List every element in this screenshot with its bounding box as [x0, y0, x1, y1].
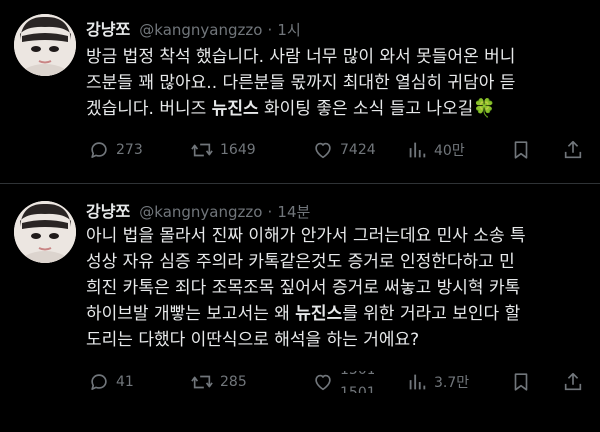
reply-button[interactable]: 273: [88, 139, 143, 161]
tweet-line: 아니 법을 몰라서 진짜 이해가 안가서 그러는데요 민사 소송 특: [86, 223, 586, 249]
bookmark-button[interactable]: [510, 139, 532, 161]
like-count-rolling: 1501 1501: [340, 371, 374, 393]
views-button[interactable]: 3.7만: [406, 371, 469, 393]
views-button[interactable]: 40만: [406, 139, 465, 161]
like-button[interactable]: 7424: [312, 139, 376, 161]
tweet[interactable]: 강냥쪼 @kangnyangzzo · 14분 아니 법을 몰라서 진짜 이해가…: [0, 183, 600, 432]
reply-icon: [88, 371, 110, 393]
like-button[interactable]: 1501 1501: [312, 371, 374, 393]
text-run: 희진 카톡은 죄다 조목조목 짚어서 증거로 써놓고 방시혁 카톡: [86, 278, 521, 298]
like-count-old: 1501: [340, 371, 374, 377]
separator-dot: ·: [267, 21, 273, 39]
timestamp[interactable]: 14분: [277, 203, 310, 221]
retweet-icon: [190, 371, 214, 393]
views-icon: [406, 371, 428, 393]
text-run: 하이브발 개빻는 보고서는 왜: [86, 304, 296, 324]
text-run: 를 위한 거라고 보인다 할: [342, 304, 521, 324]
avatar[interactable]: [14, 14, 76, 76]
tweet-line: 성상 자유 심증 주의라 카톡같은것도 증거로 인정한다하고 민: [86, 249, 586, 275]
text-run: 즈분들 꽤 많아요.. 다른분들 몫까지 최대한 열심히 귀담아 듣: [86, 73, 516, 93]
hashtag-newjeans[interactable]: 뉴진스: [295, 304, 342, 324]
retweet-count: 285: [220, 374, 247, 390]
avatar[interactable]: [14, 201, 76, 263]
display-name[interactable]: 강냥쪼: [86, 20, 130, 39]
tweet-line: 희진 카톡은 죄다 조목조목 짚어서 증거로 써놓고 방시혁 카톡: [86, 275, 586, 301]
tweet-body: 방금 법정 착석 했습니다. 사람 너무 많이 와서 못들어온 버니 즈분들 꽤…: [86, 44, 586, 122]
bookmark-icon: [510, 371, 532, 393]
hashtag-newjeans[interactable]: 뉴진스: [212, 99, 259, 119]
display-name[interactable]: 강냥쪼: [86, 202, 130, 221]
views-count: 3.7만: [434, 375, 470, 391]
text-run: 방금 법정 착석 했습니다. 사람 너무 많이 와서 못들어온 버니: [86, 47, 516, 67]
bookmark-button[interactable]: [510, 371, 532, 393]
retweet-button[interactable]: 285: [190, 371, 247, 393]
separator-dot: ·: [267, 203, 273, 221]
retweet-button[interactable]: 1649: [190, 139, 256, 161]
handle[interactable]: @kangnyangzzo: [139, 21, 262, 39]
like-icon: [312, 371, 334, 393]
bookmark-icon: [510, 139, 532, 161]
reply-count: 273: [116, 142, 143, 158]
retweet-icon: [190, 139, 214, 161]
tweet-line: 방금 법정 착석 했습니다. 사람 너무 많이 와서 못들어온 버니: [86, 44, 586, 70]
reply-icon: [88, 139, 110, 161]
like-count: 7424: [340, 142, 376, 158]
share-icon: [562, 371, 584, 393]
views-count: 40만: [434, 143, 465, 159]
text-run: 아니 법을 몰라서 진짜 이해가 안가서 그러는데요 민사 소송 특: [86, 226, 526, 246]
tweet-header: 강냥쪼 @kangnyangzzo · 1시: [86, 18, 301, 42]
views-icon: [406, 139, 428, 161]
tweet-line: 즈분들 꽤 많아요.. 다른분들 몫까지 최대한 열심히 귀담아 듣: [86, 70, 586, 96]
text-run: 겠습니다. 버니즈: [86, 99, 212, 119]
clover-emoji: 🍀: [473, 98, 496, 119]
tweet-line: 하이브발 개빻는 보고서는 왜 뉴진스를 위한 거라고 보인다 할: [86, 301, 586, 327]
tweet[interactable]: 강냥쪼 @kangnyangzzo · 1시 방금 법정 착석 했습니다. 사람…: [0, 0, 600, 183]
handle[interactable]: @kangnyangzzo: [139, 203, 262, 221]
reply-count: 41: [116, 374, 134, 390]
tweet-line: 겠습니다. 버니즈 뉴진스 화이팅 좋은 소식 들고 나오길🍀: [86, 96, 586, 122]
retweet-count: 1649: [220, 142, 256, 158]
tweet-body: 아니 법을 몰라서 진짜 이해가 안가서 그러는데요 민사 소송 특 성상 자유…: [86, 223, 586, 353]
share-button[interactable]: [562, 371, 584, 393]
text-run: 도리는 다했다 이딴식으로 해석을 하는 거에요?: [86, 330, 420, 350]
text-run: 화이팅 좋은 소식 들고 나오길: [258, 99, 474, 119]
tweet-header: 강냥쪼 @kangnyangzzo · 14분: [86, 200, 310, 224]
timestamp[interactable]: 1시: [277, 21, 300, 39]
text-run: 성상 자유 심증 주의라 카톡같은것도 증거로 인정한다하고 민: [86, 252, 515, 272]
share-icon: [562, 139, 584, 161]
like-icon: [312, 139, 334, 161]
reply-button[interactable]: 41: [88, 371, 134, 393]
tweet-line: 도리는 다했다 이딴식으로 해석을 하는 거에요?: [86, 327, 586, 353]
like-count-new: 1501: [340, 385, 374, 393]
share-button[interactable]: [562, 139, 584, 161]
